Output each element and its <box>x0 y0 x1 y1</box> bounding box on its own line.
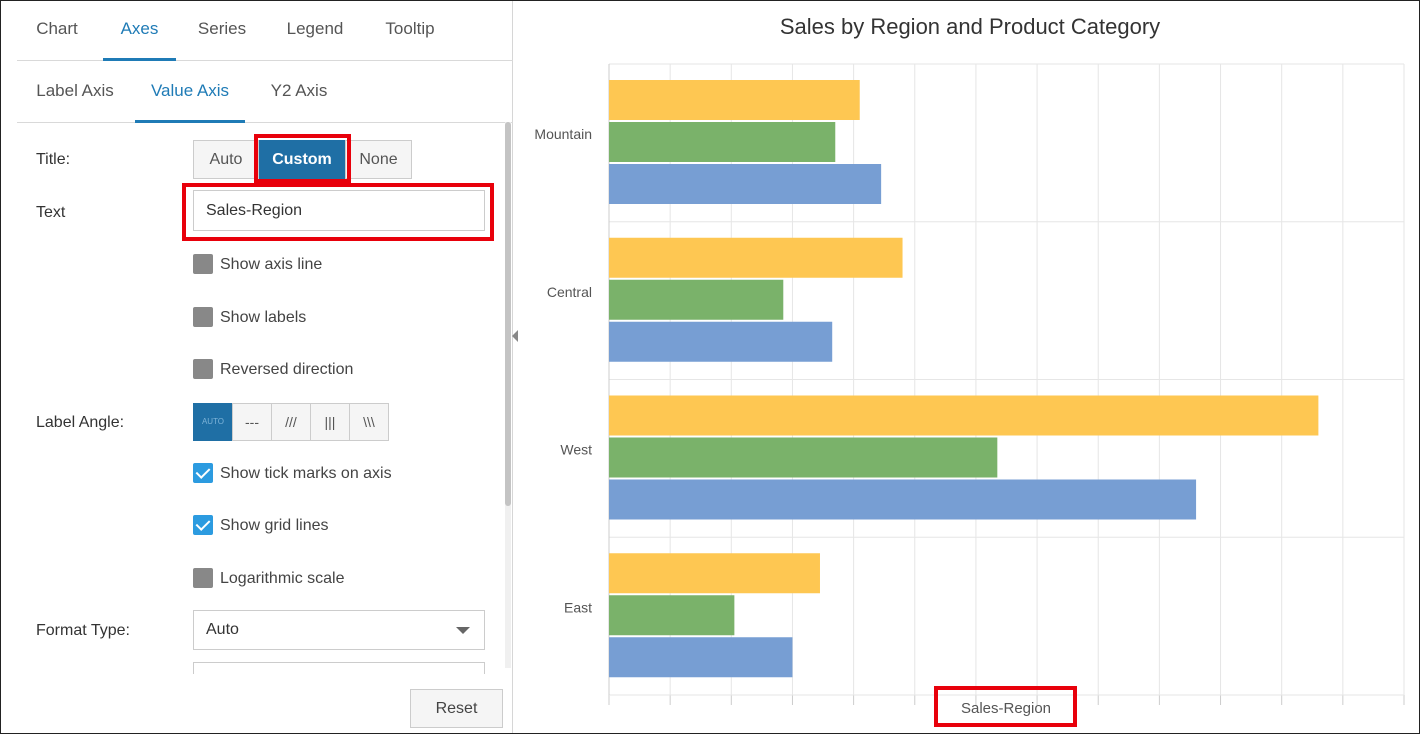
bar <box>609 479 1197 520</box>
chevron-down-icon <box>456 627 470 634</box>
axis-title-text-input[interactable]: Sales-Region <box>193 190 485 231</box>
category-label: West <box>560 442 592 458</box>
category-label: Mountain <box>534 126 592 142</box>
bar <box>609 122 836 162</box>
value-axis-title: Sales-Region <box>960 700 1052 717</box>
reversed-direction-checkbox[interactable] <box>193 359 213 379</box>
angle-horizontal-button[interactable]: --- <box>232 403 272 441</box>
category-label: Central <box>547 284 592 300</box>
primary-tabs: Chart Axes Series Legend Tooltip <box>17 1 513 61</box>
tab-y2-axis[interactable]: Y2 Axis <box>257 61 341 123</box>
axis-tabs: Label Axis Value Axis Y2 Axis <box>17 61 513 123</box>
format-type-value: Auto <box>206 621 239 638</box>
angle-diagonal-down-button[interactable]: \\\ <box>349 403 389 441</box>
show-axis-line-checkbox[interactable] <box>193 254 213 274</box>
title-none-button[interactable]: None <box>345 140 412 179</box>
bar <box>609 595 735 636</box>
show-grid-lines-label: Show grid lines <box>220 517 329 534</box>
bar <box>609 395 1319 436</box>
bar <box>609 437 998 478</box>
tab-legend[interactable]: Legend <box>273 1 357 61</box>
show-grid-lines-checkbox[interactable] <box>193 515 213 535</box>
angle-vertical-button[interactable]: ||| <box>310 403 350 441</box>
show-tick-marks-label: Show tick marks on axis <box>220 465 392 482</box>
tab-value-axis[interactable]: Value Axis <box>135 61 245 123</box>
bar-chart: Mountain Central West East <box>534 63 1405 705</box>
angle-diagonal-up-button[interactable]: /// <box>271 403 311 441</box>
angle-auto-button[interactable]: AUTO <box>193 403 233 441</box>
show-tick-marks-checkbox[interactable] <box>193 463 213 483</box>
format-string-field[interactable] <box>193 662 485 674</box>
title-auto-button[interactable]: Auto <box>193 140 259 179</box>
show-axis-line-label: Show axis line <box>220 256 323 273</box>
bar <box>609 279 784 320</box>
show-labels-label: Show labels <box>220 309 307 326</box>
bar <box>609 637 793 678</box>
title-custom-button[interactable]: Custom <box>259 140 345 179</box>
bar <box>609 321 833 362</box>
title-label: Title: <box>36 151 71 168</box>
tab-series[interactable]: Series <box>182 1 262 61</box>
bar <box>609 237 903 278</box>
logarithmic-scale-checkbox[interactable] <box>193 568 213 588</box>
format-type-label: Format Type: <box>36 622 130 639</box>
label-angle-label: Label Angle: <box>36 414 125 431</box>
category-label: East <box>564 599 592 615</box>
tab-axes[interactable]: Axes <box>103 1 176 61</box>
bar <box>609 80 860 120</box>
panel-scrollbar-thumb[interactable] <box>505 122 511 506</box>
bar <box>609 553 820 594</box>
show-labels-checkbox[interactable] <box>193 307 213 327</box>
tab-label-axis[interactable]: Label Axis <box>25 61 125 123</box>
format-type-dropdown[interactable]: Auto <box>193 610 485 650</box>
text-label: Text <box>36 204 66 221</box>
reset-button[interactable]: Reset <box>410 689 503 728</box>
logarithmic-scale-label: Logarithmic scale <box>220 570 345 587</box>
reversed-direction-label: Reversed direction <box>220 361 354 378</box>
tab-chart[interactable]: Chart <box>17 1 97 61</box>
tab-tooltip[interactable]: Tooltip <box>367 1 453 61</box>
bar <box>609 164 882 204</box>
